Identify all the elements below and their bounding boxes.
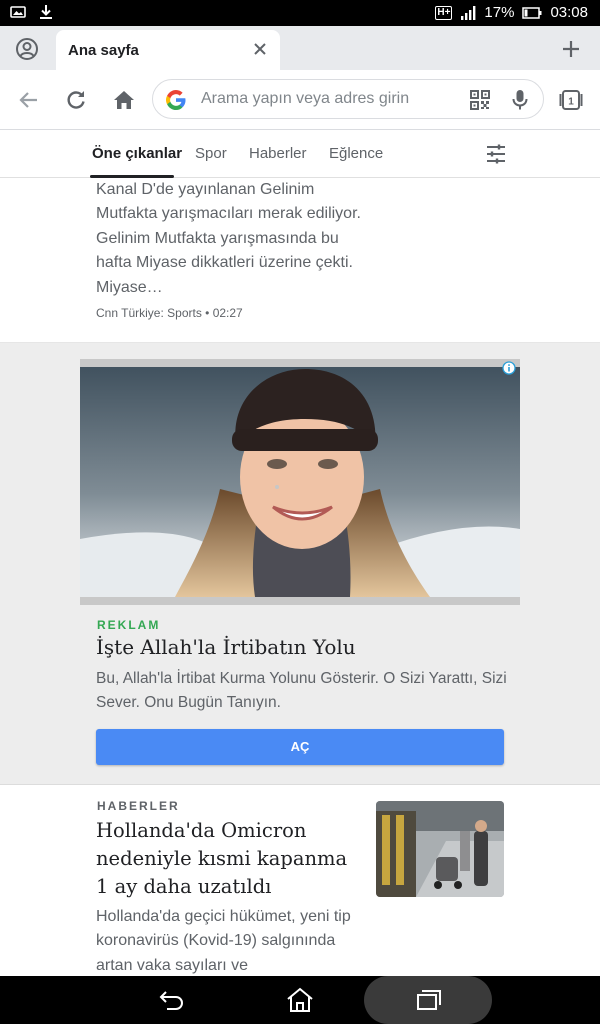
tab-entertainment[interactable]: Eğlence — [329, 145, 383, 162]
ad-title[interactable]: İşte Allah'la İrtibatın Yolu — [96, 635, 356, 659]
back-nav-icon[interactable] — [158, 988, 186, 1012]
article-title[interactable]: Hollanda'da Omicron nedeniyle kısmi kapa… — [96, 817, 364, 901]
ad-description: Bu, Allah'la İrtibat Kurma Yolunu Göster… — [96, 670, 507, 712]
omnibox-placeholder: Arama yapın veya adres girin — [201, 90, 410, 107]
mic-icon[interactable] — [509, 88, 531, 112]
tab-highlights[interactable]: Öne çıkanlar — [92, 145, 182, 162]
reload-icon[interactable] — [63, 87, 89, 113]
article-meta: Cnn Türkiye: Sports • 02:27 — [96, 306, 243, 320]
home-nav-icon[interactable] — [285, 987, 315, 1013]
feed-tabs: Öne çıkanlar Spor Haberler Eğlence — [0, 130, 600, 178]
tab-sports[interactable]: Spor — [195, 145, 227, 162]
recents-nav-icon[interactable] — [415, 988, 443, 1012]
ad-open-button[interactable]: AÇ — [96, 729, 504, 765]
gallery-icon — [10, 4, 26, 20]
tab-count: 1 — [568, 97, 574, 108]
ad-card: REKLAM İşte Allah'la İrtibatın Yolu Bu, … — [0, 343, 600, 785]
ad-info-icon[interactable] — [502, 361, 516, 375]
tab-switcher-icon[interactable]: 1 — [558, 87, 584, 113]
ad-image[interactable] — [80, 359, 520, 605]
ad-label: REKLAM — [97, 618, 161, 632]
download-icon — [38, 4, 54, 20]
article-category: HABERLER — [97, 799, 180, 813]
system-nav-bar — [0, 976, 600, 1024]
omnibox[interactable]: Arama yapın veya adres girin — [152, 79, 544, 119]
article-card-2[interactable]: HABERLER Hollanda'da Omicron nedeniyle k… — [0, 785, 600, 976]
signal-icon — [460, 5, 476, 21]
battery-percent: 17% — [484, 4, 515, 21]
home-icon[interactable] — [111, 87, 137, 113]
back-icon[interactable] — [16, 87, 42, 113]
article-card-1[interactable]: Kanal D'de yayınlanan Gelinim Mutfakta y… — [0, 178, 600, 343]
account-icon[interactable] — [14, 36, 40, 62]
toolbar: Arama yapın veya adres girin 1 — [0, 70, 600, 130]
status-bar: H+ 17% 03:08 — [0, 0, 600, 26]
tab-title: Ana sayfa — [68, 42, 139, 59]
google-icon — [165, 89, 187, 111]
tab-news[interactable]: Haberler — [249, 145, 307, 162]
clock: 03:08 — [550, 4, 588, 21]
article-snippet: Kanal D'de yayınlanan Gelinim Mutfakta y… — [96, 181, 361, 296]
qr-code-icon[interactable] — [469, 89, 491, 111]
tab-active[interactable]: Ana sayfa — [56, 30, 280, 70]
tune-icon[interactable] — [484, 142, 508, 166]
close-icon[interactable] — [252, 41, 268, 57]
new-tab-icon[interactable] — [560, 38, 582, 60]
article-snippet: Hollanda'da geçici hükümet, yeni tip kor… — [96, 908, 351, 974]
tab-strip: Ana sayfa — [0, 26, 600, 70]
network-type-icon: H+ — [435, 5, 453, 20]
battery-icon — [522, 5, 542, 21]
article-thumbnail[interactable] — [376, 801, 504, 897]
